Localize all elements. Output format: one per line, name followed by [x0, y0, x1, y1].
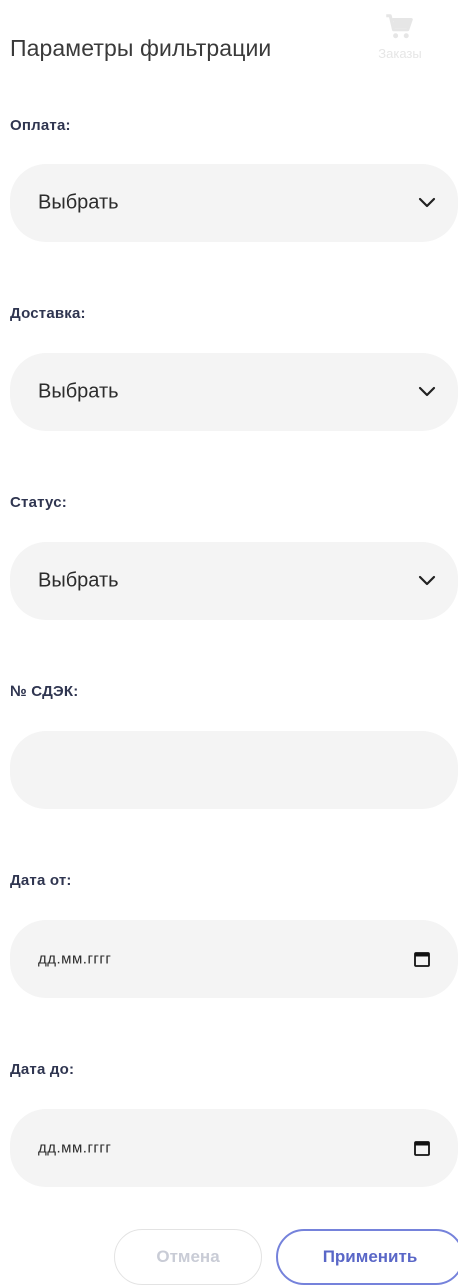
delivery-label: Доставка: [10, 305, 86, 322]
cdek-number-input[interactable] [10, 731, 458, 809]
apply-button[interactable]: Применить [276, 1229, 458, 1285]
delivery-select[interactable]: Выбрать [10, 353, 458, 431]
payment-select[interactable]: Выбрать [10, 164, 458, 242]
status-select-value: Выбрать [38, 569, 119, 592]
payment-label: Оплата: [10, 117, 71, 134]
date-to-input[interactable]: дд.мм.гггг [10, 1109, 458, 1187]
date-from-input[interactable]: дд.мм.гггг [10, 920, 458, 998]
chevron-down-icon [418, 575, 436, 586]
orders-cart-button[interactable]: Заказы [368, 12, 432, 82]
delivery-select-value: Выбрать [38, 380, 119, 403]
date-to-placeholder: дд.мм.гггг [38, 1139, 112, 1157]
chevron-down-icon [418, 197, 436, 208]
date-from-placeholder: дд.мм.гггг [38, 950, 112, 968]
cancel-button[interactable]: Отмена [114, 1229, 262, 1285]
date-to-label: Дата до: [10, 1061, 75, 1078]
status-select[interactable]: Выбрать [10, 542, 458, 620]
status-label: Статус: [10, 494, 67, 511]
calendar-icon[interactable] [414, 951, 430, 967]
payment-select-value: Выбрать [38, 191, 119, 214]
date-from-label: Дата от: [10, 872, 72, 889]
orders-label: Заказы [378, 46, 422, 61]
calendar-icon[interactable] [414, 1140, 430, 1156]
cdek-label: № СДЭК: [10, 683, 79, 700]
chevron-down-icon [418, 386, 436, 397]
shopping-cart-icon [386, 14, 413, 39]
page-title: Параметры фильтрации [10, 35, 272, 61]
